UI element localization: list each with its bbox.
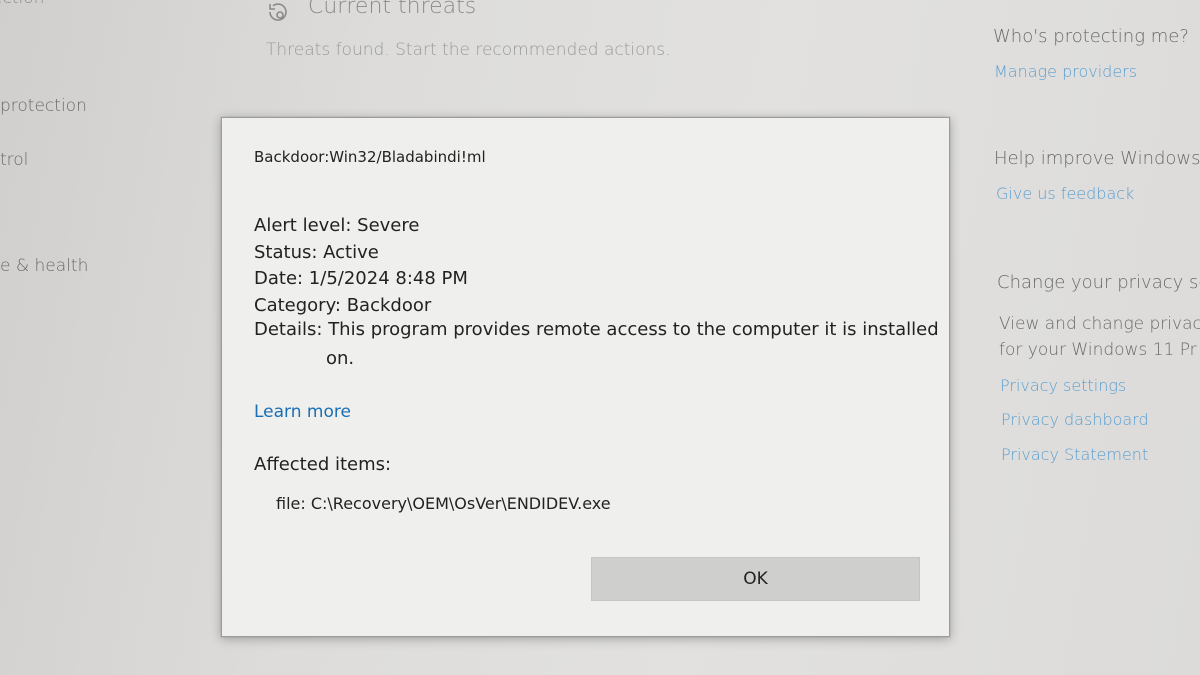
threat-status: Status: Active [254, 242, 379, 263]
affected-items-label: Affected items: [254, 454, 392, 475]
windows-security-screen: ection protection trol e & health Curren… [0, 0, 1200, 675]
privacy-statement-link[interactable]: Privacy Statement [1001, 445, 1148, 464]
manage-providers-link[interactable]: Manage providers [994, 62, 1137, 81]
nav-item-health[interactable]: e & health [0, 256, 88, 276]
privacy-text-line1: View and change privac [999, 314, 1200, 334]
privacy-heading: Change your privacy se [997, 272, 1200, 293]
protecting-heading: Who's protecting me? [993, 26, 1189, 47]
privacy-text-line2: for your Windows 11 Pr [999, 340, 1197, 360]
nav-item-protection[interactable]: protection [0, 96, 87, 116]
nav-item-control[interactable]: trol [0, 150, 28, 170]
privacy-dashboard-link[interactable]: Privacy dashboard [1001, 410, 1149, 429]
affected-file-path: file: C:\Recovery\OEM\OsVer\ENDIDEV.exe [276, 494, 611, 513]
threat-details: Details: This program provides remote ac… [254, 319, 939, 340]
improve-heading: Help improve Windows [994, 148, 1200, 169]
threat-details-dialog: Backdoor:Win32/Bladabindi!ml Alert level… [221, 117, 950, 637]
ok-button[interactable]: OK [591, 557, 920, 601]
learn-more-link[interactable]: Learn more [254, 402, 351, 422]
give-feedback-link[interactable]: Give us feedback [996, 184, 1134, 203]
nav-item-protection-area[interactable]: ection [0, 0, 44, 8]
current-threats-heading: Current threats [308, 0, 477, 19]
threats-subtitle: Threats found. Start the recommended act… [266, 40, 671, 60]
threat-refresh-icon [266, 0, 290, 24]
threat-name: Backdoor:Win32/Bladabindi!ml [254, 148, 486, 166]
threat-category: Category: Backdoor [254, 295, 432, 316]
alert-level: Alert level: Severe [254, 215, 420, 236]
detection-date: Date: 1/5/2024 8:48 PM [254, 268, 468, 289]
privacy-settings-link[interactable]: Privacy settings [1000, 376, 1126, 395]
threat-details-continued: on. [326, 348, 355, 369]
